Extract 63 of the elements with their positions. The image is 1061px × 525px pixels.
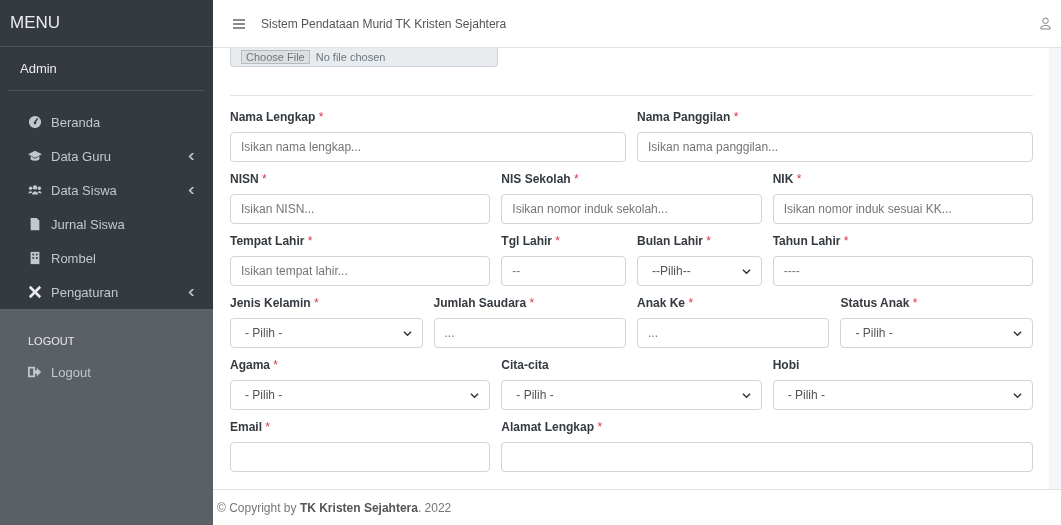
select-field[interactable]: - Pilih -: [230, 380, 491, 410]
text-input[interactable]: Isikan nomor induk sekolah...: [501, 194, 762, 224]
sidebar-item[interactable]: Pengaturan: [8, 275, 205, 309]
text-input[interactable]: --: [501, 256, 626, 286]
user-name: Admin: [8, 47, 205, 91]
field-label: Anak Ke *: [637, 296, 695, 310]
chevron-down-icon: [1013, 390, 1022, 400]
field-label: Nama Panggilan *: [637, 110, 740, 124]
field-label: Nama Lengkap *: [230, 110, 325, 124]
chevron-down-icon: [402, 328, 412, 338]
chevron-down-icon: [1013, 328, 1022, 338]
chevron-down-icon: [470, 390, 480, 400]
field-label: Tahun Lahir *: [772, 234, 850, 248]
field-label: NIS Sekolah *: [501, 172, 580, 186]
select-field[interactable]: --Pilih--: [637, 256, 762, 286]
select-field[interactable]: - Pilih -: [501, 380, 762, 410]
text-input[interactable]: Isikan NISN...: [230, 194, 491, 224]
field-label: Tempat Lahir *: [230, 234, 314, 248]
copyright-text: © Copyright by TK Kristen Sejahtera. 2022: [217, 500, 452, 515]
select-field[interactable]: - Pilih -: [840, 318, 1033, 348]
field-label: Agama *: [230, 358, 280, 372]
sidebar-item[interactable]: Data Guru: [8, 139, 205, 173]
sidebar-item[interactable]: Rombel: [8, 241, 205, 275]
gauge-icon: [28, 115, 42, 129]
sidebar-item[interactable]: Jurnal Siswa: [8, 207, 205, 241]
text-input[interactable]: Isikan tempat lahir...: [230, 256, 491, 286]
building-icon: [28, 251, 42, 265]
document-icon: [28, 217, 42, 231]
chevron-down-icon: [741, 390, 751, 400]
field-label: Bulan Lahir *: [637, 234, 713, 248]
sidebar-item[interactable]: Data Siswa: [8, 173, 205, 207]
select-field[interactable]: - Pilih -: [230, 318, 423, 348]
users-icon: [28, 183, 42, 197]
file-input[interactable]: Choose File No file chosen: [230, 48, 498, 67]
select-field[interactable]: - Pilih -: [772, 380, 1033, 410]
text-input[interactable]: ...: [637, 318, 830, 348]
text-input[interactable]: ----: [772, 256, 1033, 286]
field-label: Alamat Lengkap *: [501, 420, 604, 434]
tools-icon: [28, 285, 42, 299]
sidebar-item[interactable]: Logout: [8, 355, 205, 389]
sidebar-item[interactable]: Beranda: [8, 105, 205, 139]
field-label: Cita-cita: [501, 358, 550, 372]
user-icon[interactable]: [1040, 17, 1051, 30]
app-title: Sistem Pendataan Murid TK Kristen Sejahtera: [261, 16, 508, 31]
text-input[interactable]: [501, 442, 1033, 472]
field-label: Tgl Lahir *: [501, 234, 561, 248]
sidebar-header: LOGOUT: [27, 334, 76, 349]
text-input[interactable]: Isikan nama lengkap...: [230, 132, 626, 162]
sign-out-icon: [28, 365, 42, 379]
graduation-cap-icon: [28, 149, 42, 163]
field-label: Jenis Kelamin *: [230, 296, 320, 310]
field-label: NIK *: [772, 172, 803, 186]
text-input[interactable]: ...: [433, 318, 626, 348]
menu-icon[interactable]: [233, 18, 245, 29]
field-label: NISN *: [230, 172, 268, 186]
field-label: Email *: [230, 420, 272, 434]
chevron-down-icon: [741, 266, 751, 276]
field-label: Jumlah Saudara *: [433, 296, 536, 310]
text-input[interactable]: [230, 442, 491, 472]
field-label: Status Anak *: [840, 296, 919, 310]
field-label: Hobi: [772, 358, 801, 372]
text-input[interactable]: Isikan nama panggilan...: [637, 132, 1033, 162]
text-input[interactable]: Isikan nomor induk sesuai KK...: [772, 194, 1033, 224]
